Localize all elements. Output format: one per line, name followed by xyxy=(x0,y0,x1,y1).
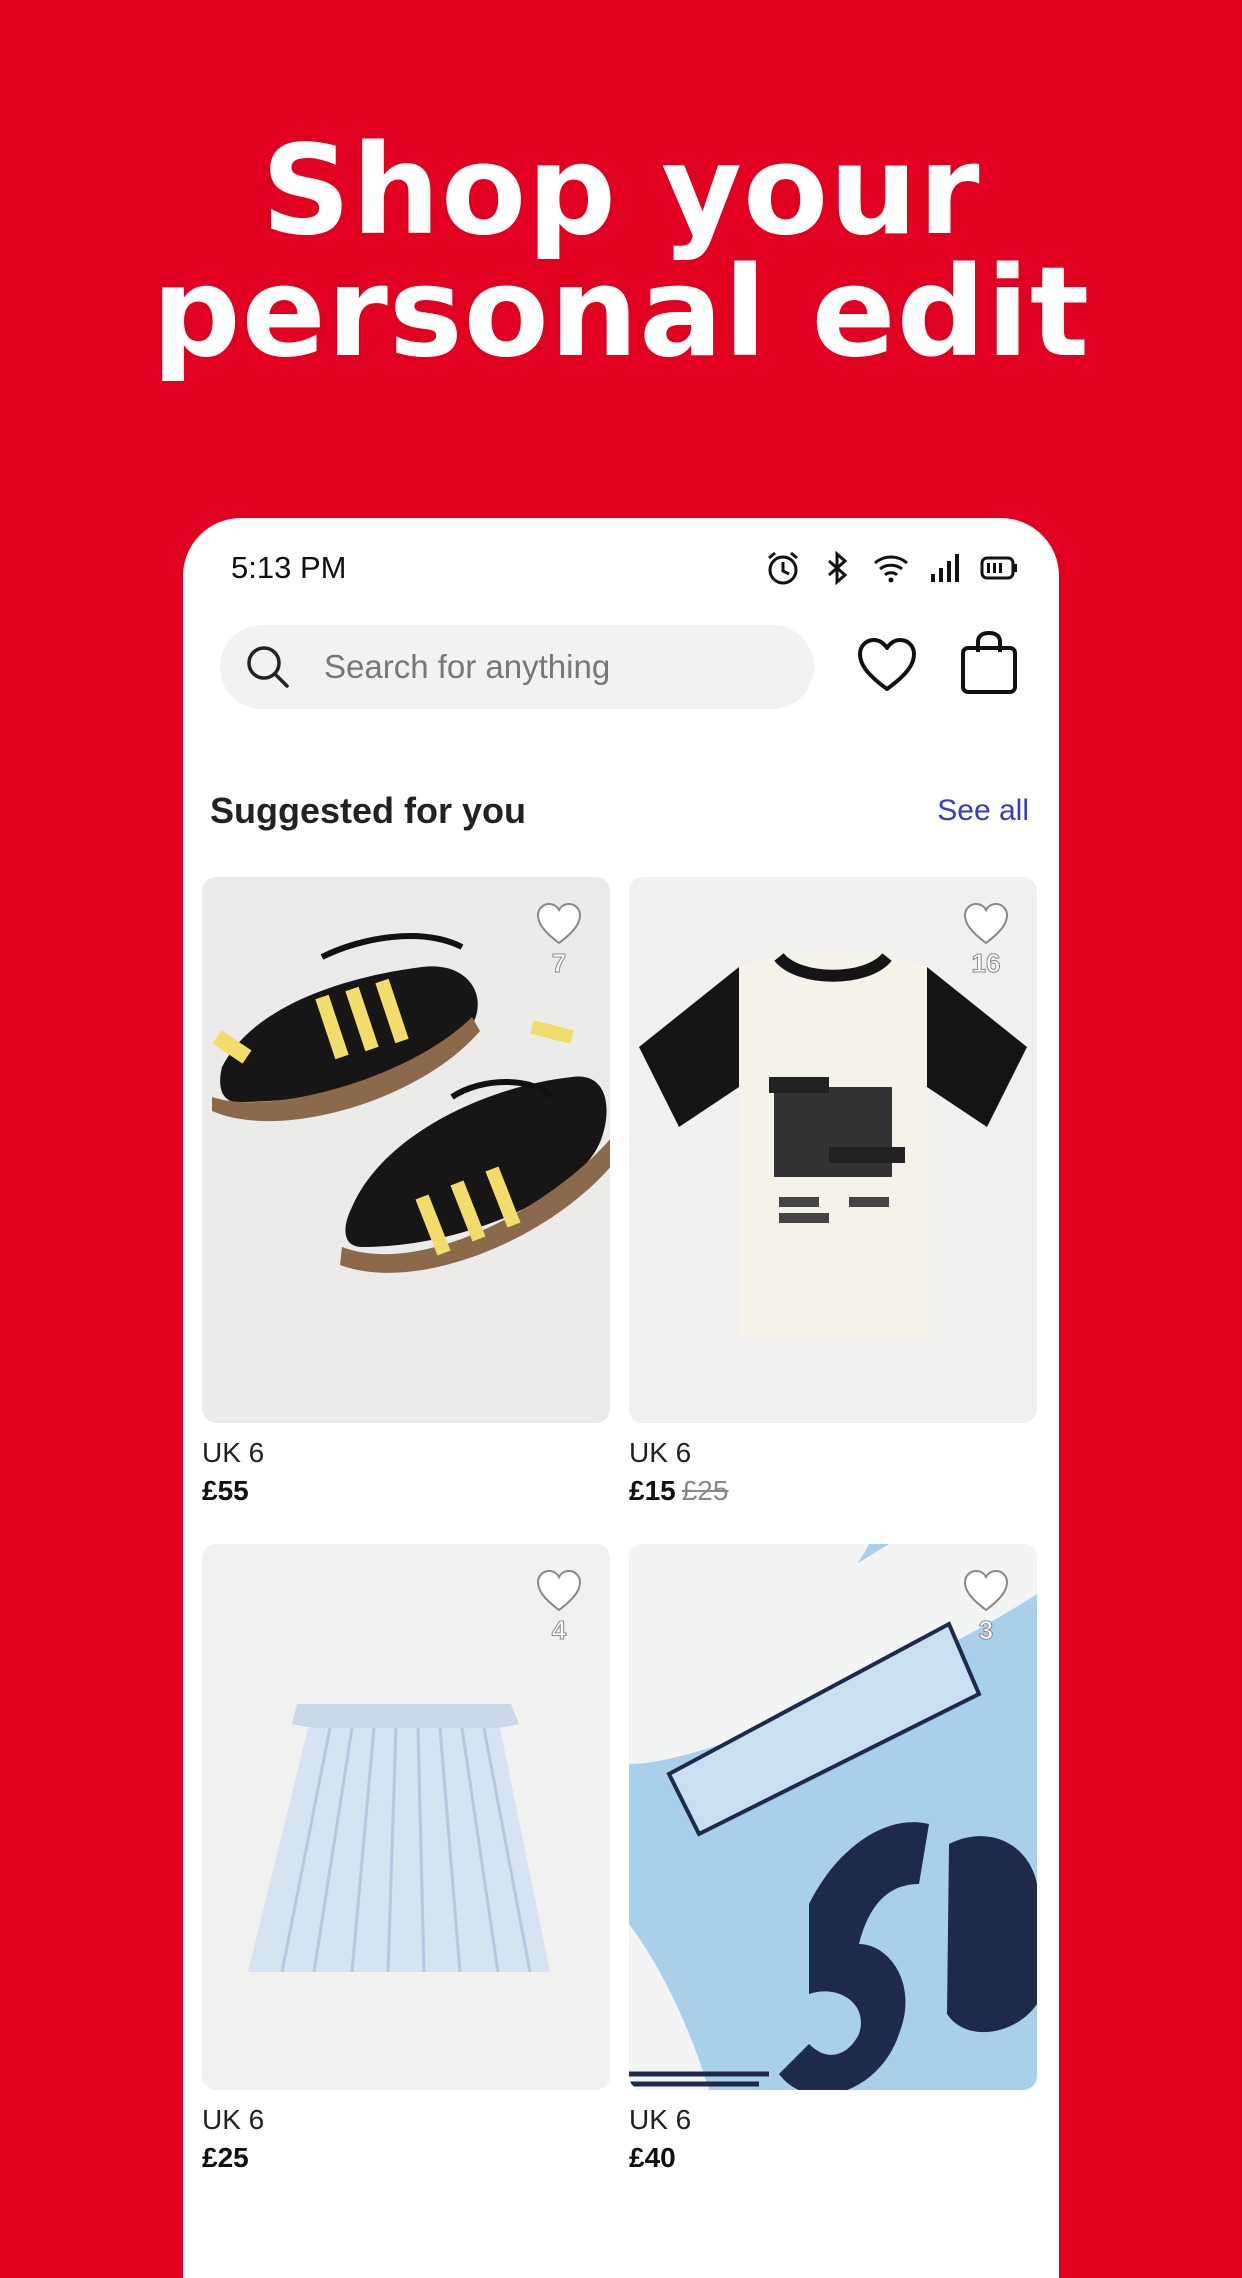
search-input[interactable]: Search for anything xyxy=(220,625,814,709)
product-image-jersey[interactable]: 3 xyxy=(629,1544,1037,2090)
product-card[interactable]: 7 UK 6 £55 xyxy=(202,877,610,1507)
current-price: £25 xyxy=(202,2142,249,2173)
status-time: 5:13 PM xyxy=(231,550,347,585)
heart-icon xyxy=(963,902,1009,945)
like-button[interactable]: 3 xyxy=(961,1568,1011,1645)
product-image-tshirt[interactable]: 16 xyxy=(629,877,1037,1423)
product-image-sneakers[interactable]: 7 xyxy=(202,877,610,1423)
product-image-skirt[interactable]: 4 xyxy=(202,1544,610,2090)
battery-icon xyxy=(980,556,1017,580)
current-price: £15 xyxy=(629,1475,676,1506)
section-title: Suggested for you xyxy=(210,790,527,831)
alarm-icon xyxy=(768,551,798,585)
product-price: £40 xyxy=(629,2142,1037,2174)
phone-screen: 5:13 PM Search for anything Suggested fo… xyxy=(183,518,1059,2278)
like-button[interactable]: 4 xyxy=(534,1568,584,1645)
product-card[interactable]: 3 UK 6 £40 xyxy=(629,1544,1037,2174)
search-icon xyxy=(247,646,289,688)
heart-icon xyxy=(536,902,582,945)
product-size: UK 6 xyxy=(629,2104,692,2135)
like-count: 16 xyxy=(971,948,1001,978)
product-price: £25 xyxy=(202,2142,610,2174)
status-icons xyxy=(763,548,1019,588)
product-size: UK 6 xyxy=(629,1437,692,1468)
like-count: 4 xyxy=(551,1615,567,1645)
product-size: UK 6 xyxy=(202,1437,265,1468)
product-price: £55 xyxy=(202,1475,610,1507)
like-button[interactable]: 16 xyxy=(961,901,1011,978)
headline: Shop your personal edit xyxy=(0,119,1242,385)
heart-icon xyxy=(536,1569,582,1612)
current-price: £40 xyxy=(629,2142,676,2173)
shopping-bag-icon[interactable] xyxy=(959,630,1019,696)
favorites-heart-icon[interactable] xyxy=(855,634,919,698)
see-all-link[interactable]: See all xyxy=(937,794,1029,828)
search-placeholder: Search for anything xyxy=(324,648,611,685)
product-size: UK 6 xyxy=(202,2104,265,2135)
product-price: £15 £25 xyxy=(629,1475,1037,1507)
wifi-icon xyxy=(874,555,908,583)
bluetooth-icon xyxy=(828,550,848,586)
original-price: £25 xyxy=(681,1475,729,1506)
heart-icon xyxy=(963,1569,1009,1612)
signal-icon xyxy=(931,554,959,582)
current-price: £55 xyxy=(202,1475,249,1506)
product-card[interactable]: 4 UK 6 £25 xyxy=(202,1544,610,2174)
headline-line-2: personal edit xyxy=(151,241,1091,385)
like-count: 7 xyxy=(551,948,567,978)
like-button[interactable]: 7 xyxy=(534,901,584,978)
product-card[interactable]: 16 UK 6 £15 £25 xyxy=(629,877,1037,1507)
headline-line-1: Shop your xyxy=(261,119,981,263)
like-count: 3 xyxy=(978,1615,994,1645)
